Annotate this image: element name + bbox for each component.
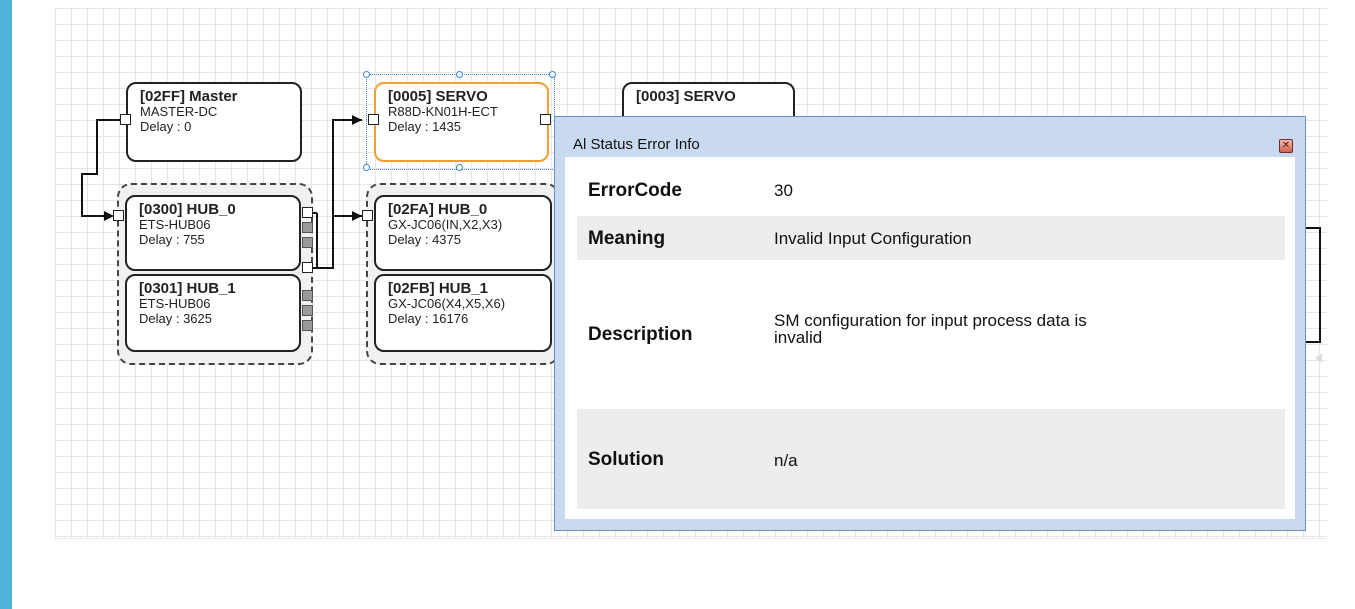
row-description: Description SM configuration for input p… [577, 260, 1285, 409]
node-hub-0301[interactable]: [0301] HUB_1 ETS-HUB06 Delay : 3625 [125, 274, 301, 352]
arrow-servo0005 [352, 115, 362, 125]
dialog-content: ErrorCode 30 Meaning Invalid Input Confi… [565, 157, 1295, 519]
port-hub0301-out2[interactable] [302, 305, 313, 316]
node-model: ETS-HUB06 [139, 217, 211, 232]
node-title: [02FA] HUB_0 [388, 201, 488, 218]
resize-handle[interactable] [456, 164, 463, 171]
node-model: GX-JC06(X4,X5,X6) [388, 296, 506, 311]
wire-hub0300-to-hub02fa [316, 213, 362, 269]
node-title: [0003] SERVO [636, 88, 736, 105]
port-master-in[interactable] [120, 114, 131, 125]
node-delay: Delay : 4375 [388, 232, 461, 247]
row-label: Description [588, 324, 693, 345]
row-value: n/a [774, 451, 798, 470]
node-hub-0300[interactable]: [0300] HUB_0 ETS-HUB06 Delay : 755 [125, 195, 301, 271]
port-hub02fa-in[interactable] [362, 210, 373, 221]
row-value: Invalid Input Configuration [774, 229, 972, 248]
port-hub0301-out1[interactable] [302, 290, 313, 301]
resize-handle[interactable] [363, 164, 370, 171]
port-hub0300-out4[interactable] [302, 262, 313, 273]
port-hub0300-out1[interactable] [302, 207, 313, 218]
row-label: ErrorCode [588, 180, 682, 201]
port-hub0300-out3[interactable] [302, 237, 313, 248]
node-model: MASTER-DC [140, 104, 218, 119]
node-hub-02fa[interactable]: [02FA] HUB_0 GX-JC06(IN,X2,X3) Delay : 4… [374, 195, 552, 271]
node-delay: Delay : 16176 [388, 311, 469, 326]
node-hub-02fb[interactable]: [02FB] HUB_1 GX-JC06(X4,X5,X6) Delay : 1… [374, 274, 552, 352]
node-title: [0300] HUB_0 [139, 201, 236, 218]
node-title: [02FF] Master [140, 88, 238, 105]
node-title: [0301] HUB_1 [139, 280, 236, 297]
row-solution: Solution n/a [577, 409, 1285, 509]
error-info-dialog: Al Status Error Info ✕ ErrorCode 30 Mean… [554, 116, 1306, 531]
row-value: 30 [774, 181, 793, 200]
resize-handle[interactable] [363, 71, 370, 78]
dialog-title: Al Status Error Info [573, 136, 700, 153]
node-title: [02FB] HUB_1 [388, 280, 489, 297]
node-delay: Delay : 0 [140, 119, 192, 134]
row-meaning: Meaning Invalid Input Configuration [577, 216, 1285, 260]
row-value-cont: invalid [774, 328, 823, 347]
row-errorcode: ErrorCode 30 [577, 157, 1285, 212]
wire-master-to-hub0300 [81, 119, 120, 217]
close-icon[interactable]: ✕ [1279, 139, 1293, 153]
row-label: Solution [588, 449, 664, 470]
wire-to-servo0005 [332, 119, 362, 216]
node-master[interactable]: [02FF] Master MASTER-DC Delay : 0 [126, 82, 302, 162]
scroll-arrow-icon [1315, 353, 1322, 363]
row-label: Meaning [588, 228, 666, 249]
dialog-titlebar[interactable]: Al Status Error Info ✕ [555, 117, 1305, 157]
node-delay: Delay : 755 [139, 232, 205, 247]
resize-handle[interactable] [549, 71, 556, 78]
resize-handle[interactable] [456, 71, 463, 78]
port-hub0300-in[interactable] [113, 210, 124, 221]
wire-right-bracket [1306, 227, 1321, 343]
selection-box [366, 74, 555, 170]
node-model: ETS-HUB06 [139, 296, 211, 311]
port-hub0300-out2[interactable] [302, 222, 313, 233]
node-delay: Delay : 3625 [139, 311, 212, 326]
port-hub0301-out3[interactable] [302, 320, 313, 331]
arrow-hub02fa [352, 211, 362, 221]
node-model: GX-JC06(IN,X2,X3) [388, 217, 503, 232]
